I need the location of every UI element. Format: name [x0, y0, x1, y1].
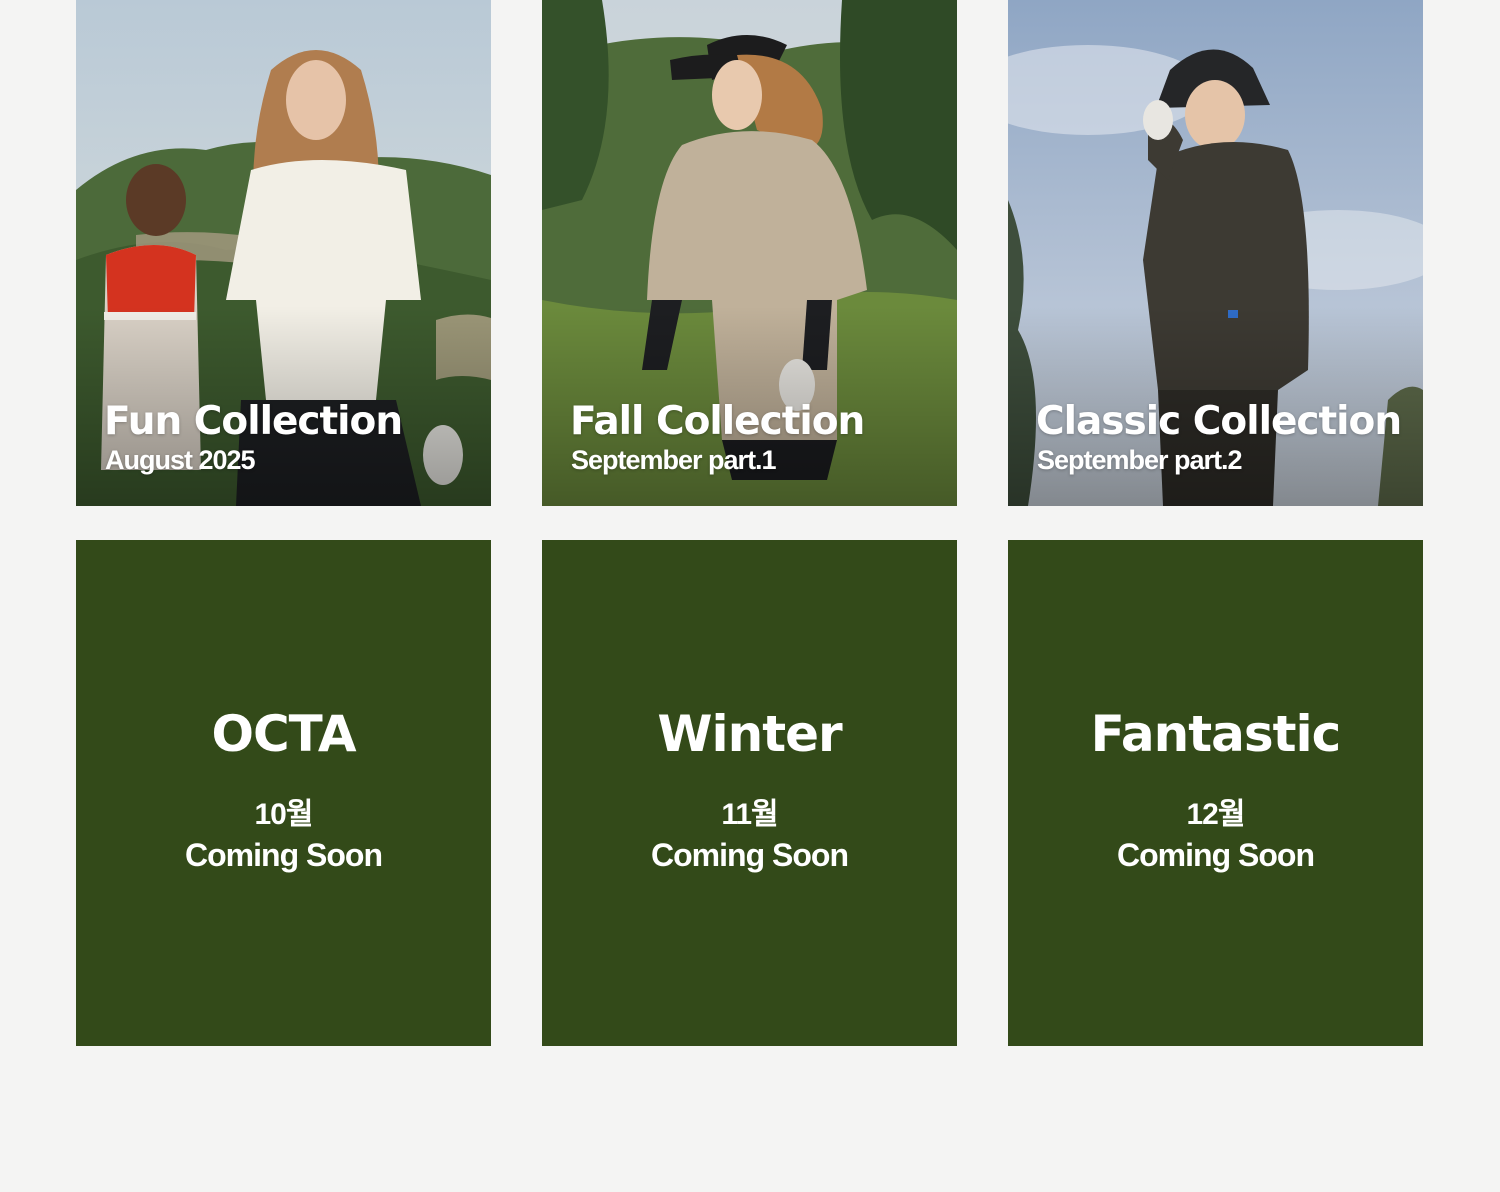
collection-card-fall[interactable]: Fall Collection September part.1	[542, 0, 957, 506]
collection-title: Fall Collection	[570, 399, 865, 444]
collection-subtitle: August 2025	[105, 445, 256, 475]
collection-title: Classic Collection	[1036, 399, 1402, 444]
upcoming-card-fantastic[interactable]: Fantastic 12월 Coming Soon	[1008, 540, 1423, 1046]
collection-title: Fun Collection	[104, 399, 403, 444]
upcoming-month: 10월	[254, 798, 314, 831]
upcoming-month: 12월	[1186, 798, 1246, 831]
collection-subtitle: September part.1	[571, 445, 777, 475]
collection-card-fun[interactable]: Fun Collection August 2025	[76, 0, 491, 506]
collection-caption: Fall Collection September part.1	[570, 399, 865, 476]
collection-subtitle: September part.2	[1037, 445, 1243, 475]
collection-grid: Fun Collection August 2025 Fall Collecti…	[76, 0, 1423, 1046]
upcoming-card-octa[interactable]: OCTA 10월 Coming Soon	[76, 540, 491, 1046]
collection-card-classic[interactable]: Classic Collection September part.2	[1008, 0, 1423, 506]
coming-soon-label: Coming Soon	[1117, 837, 1315, 873]
upcoming-month: 11월	[721, 798, 778, 831]
coming-soon-label: Coming Soon	[651, 837, 849, 873]
collection-caption: Classic Collection September part.2	[1036, 399, 1402, 476]
upcoming-collection-name: Fantastic	[1090, 705, 1342, 763]
collection-caption: Fun Collection August 2025	[104, 399, 403, 476]
upcoming-collection-name: OCTA	[211, 705, 356, 763]
upcoming-card-winter[interactable]: Winter 11월 Coming Soon	[542, 540, 957, 1046]
upcoming-collection-name: Winter	[657, 705, 842, 763]
coming-soon-label: Coming Soon	[185, 837, 383, 873]
